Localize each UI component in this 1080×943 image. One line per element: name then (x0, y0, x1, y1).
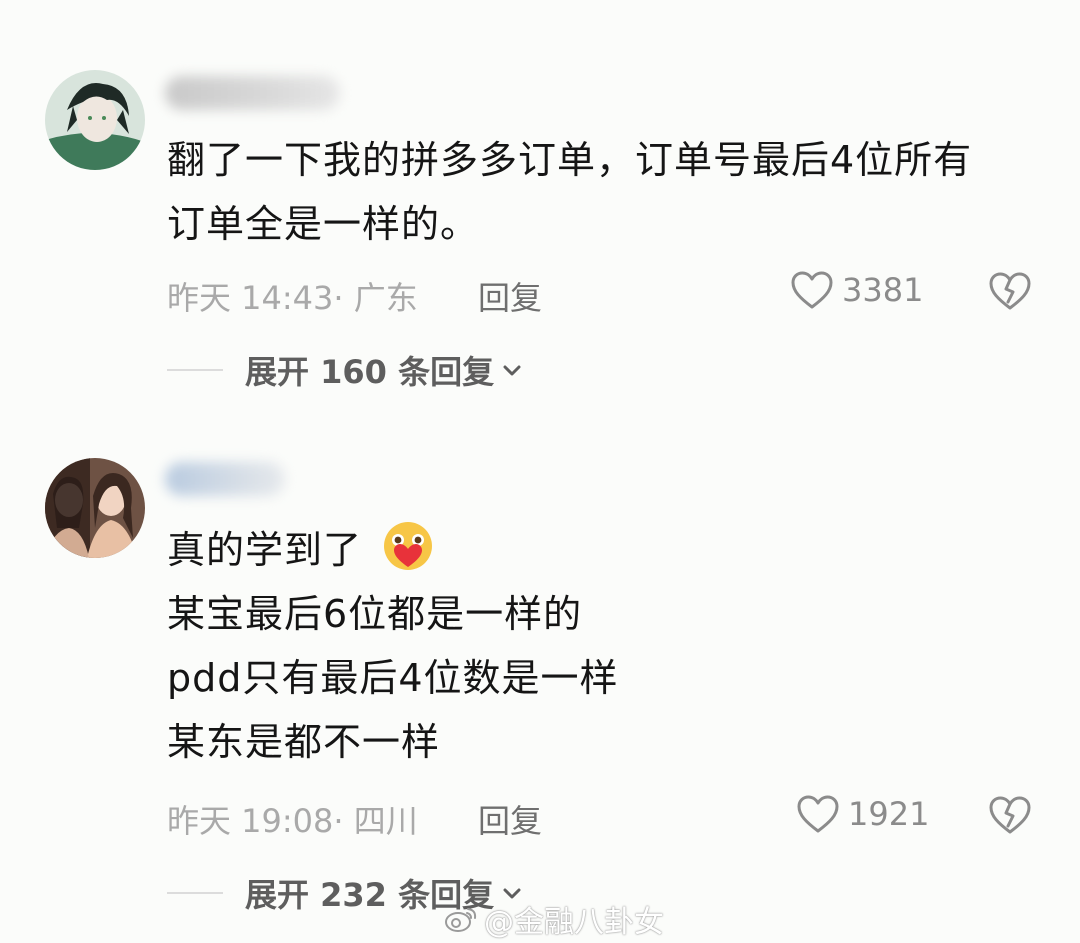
avatar[interactable] (45, 458, 145, 558)
divider-line (167, 369, 223, 371)
comment-meta: 昨天 14:43· 广东 (167, 279, 418, 317)
expand-replies-button[interactable]: 展开 160 条回复 (167, 347, 524, 393)
broken-heart-icon (989, 272, 1031, 310)
comment-text-line: 翻了一下我的拼多多订单，订单号最后4位所有 (167, 138, 973, 182)
avatar-image (45, 458, 145, 558)
comment-text-line-with-emoji: 真的学到了 (167, 518, 619, 582)
like-count: 1921 (848, 795, 930, 833)
dislike-button[interactable] (988, 794, 1032, 840)
watermark-text: @金融八卦女 (484, 905, 664, 940)
comment-text-line: 某宝最后6位都是一样的 (167, 592, 583, 636)
username-blurred[interactable] (165, 462, 285, 496)
expand-replies-label: 展开 160 条回复 (245, 353, 495, 391)
heart-icon (791, 271, 833, 309)
comment-text-line: 订单全是一样的。 (167, 202, 480, 246)
comment-text-line: pdd只有最后4位数是一样 (167, 656, 619, 700)
username-blurred[interactable] (165, 76, 340, 110)
comment-text-line: 真的学到了 (167, 528, 363, 572)
divider-line (167, 892, 223, 894)
reply-button[interactable]: 回复 (478, 796, 542, 842)
avatar-image (45, 70, 145, 170)
watermark: @金融八卦女 (444, 897, 664, 941)
dislike-button[interactable] (988, 270, 1032, 316)
avatar[interactable] (45, 70, 145, 170)
broken-heart-icon (989, 796, 1031, 834)
comment-text: 翻了一下我的拼多多订单，订单号最后4位所有 订单全是一样的。 (167, 128, 972, 256)
like-count: 3381 (842, 271, 924, 309)
reply-button[interactable]: 回复 (478, 273, 542, 319)
comment-meta: 昨天 19:08· 四川 (167, 802, 418, 840)
weibo-logo-icon (445, 908, 477, 932)
like-button[interactable]: 1921 (796, 794, 929, 834)
comment-text-line: 某东是都不一样 (167, 720, 441, 764)
heart-icon (797, 795, 839, 833)
like-button[interactable]: 3381 (790, 270, 923, 310)
chevron-down-icon (503, 365, 521, 376)
comment-text: 真的学到了 某宝最后6位都是一样的 pdd只有最后4位数是一样 某东是都不一样 (167, 518, 619, 774)
heart-face-emoji-icon (384, 522, 433, 570)
